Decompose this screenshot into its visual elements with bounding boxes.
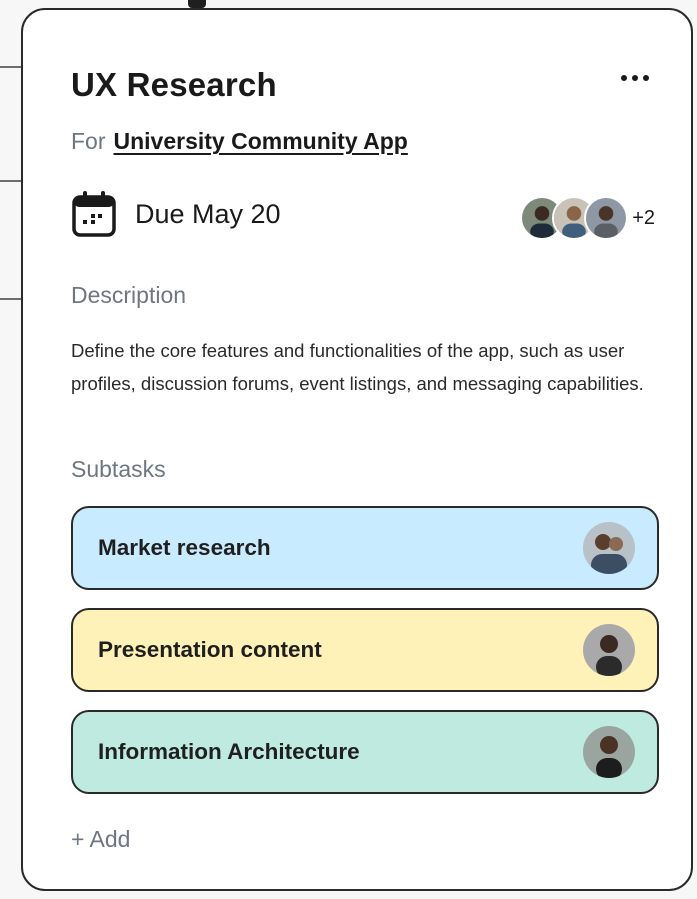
- due-date-row: Due May 20: [71, 190, 281, 238]
- assignee-group[interactable]: +2: [520, 196, 655, 240]
- avatar: [584, 196, 629, 240]
- subtask-label: Presentation content: [98, 637, 322, 662]
- avatar: [583, 522, 635, 574]
- subtask-item[interactable]: Presentation content: [71, 608, 659, 692]
- calendar-icon: [72, 191, 116, 237]
- task-title: UX Research: [71, 66, 277, 103]
- due-date: Due May 20: [135, 198, 281, 229]
- description-heading: Description: [71, 282, 187, 308]
- background-fragment: [188, 0, 206, 8]
- extra-assignees-count: +2: [632, 206, 655, 229]
- for-prefix: For: [71, 128, 106, 154]
- avatar: [583, 624, 635, 676]
- subtask-label: Market research: [98, 535, 271, 560]
- task-card: UX Research For University Community App …: [21, 8, 693, 891]
- project-line: For University Community App: [71, 128, 408, 155]
- more-options-button[interactable]: [615, 68, 655, 88]
- subtask-item[interactable]: Market research: [71, 506, 659, 590]
- description-text: Define the core features and functionali…: [71, 340, 644, 394]
- subtask-item[interactable]: Information Architecture: [71, 710, 659, 794]
- subtasks-heading: Subtasks: [71, 456, 166, 482]
- avatar: [583, 726, 635, 778]
- more-horizontal-icon: [621, 75, 649, 81]
- project-link[interactable]: University Community App: [114, 128, 408, 154]
- subtask-label: Information Architecture: [98, 739, 360, 764]
- add-subtask-button[interactable]: + Add: [71, 826, 130, 853]
